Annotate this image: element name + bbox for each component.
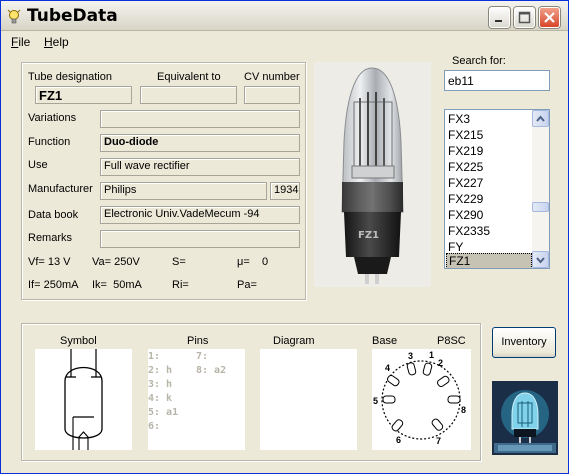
pin-6: 6: — [148, 421, 161, 432]
pins-label: Pins — [187, 335, 209, 347]
title-bar[interactable]: TubeData — [1, 1, 568, 31]
databook-label: Data book — [28, 209, 79, 221]
use-field[interactable]: Full wave rectifier — [100, 158, 300, 176]
base-pin-6: 6 — [396, 435, 401, 445]
param-va: Va= 250V — [92, 256, 140, 268]
diagram-label: Diagram — [273, 335, 315, 347]
equivalent-field[interactable] — [140, 86, 237, 104]
pin-3: 3: h — [148, 379, 173, 390]
menu-file[interactable]: File — [11, 35, 30, 49]
pin-2: 2: h — [148, 365, 173, 376]
pin-5: 5: a1 — [148, 407, 179, 418]
maximize-button[interactable] — [514, 7, 535, 28]
tubedata-logo[interactable] — [492, 381, 558, 455]
pin-7: 7: — [196, 351, 209, 362]
base-label: Base — [372, 335, 398, 347]
param-ri: Ri= — [172, 279, 189, 291]
param-mu: μ= 0 — [237, 256, 269, 268]
param-vf: Vf= 13 V — [28, 256, 71, 268]
base-pin-4: 4 — [385, 363, 390, 373]
param-ik: Ik= 50mA — [92, 279, 142, 291]
use-label: Use — [28, 159, 48, 171]
pin-8: 8: a2 — [196, 365, 227, 376]
remarks-label: Remarks — [28, 232, 73, 244]
base-pinout-diagram: 1 2 3 4 5 6 7 8 — [373, 350, 466, 446]
pin-1: 1: — [148, 351, 161, 362]
list-item[interactable]: FX225 — [446, 159, 532, 175]
tube-logo-icon — [492, 381, 558, 455]
remarks-field[interactable] — [100, 230, 300, 248]
pins-panel: 1: 2: h 3: h 4: k 5: a1 6: 7: 8: a2 — [148, 349, 245, 450]
symbol-label: Symbol — [60, 335, 97, 347]
minimize-button[interactable] — [489, 7, 510, 28]
function-field[interactable]: Duo-diode — [100, 134, 300, 152]
menu-bar: File Help — [1, 32, 568, 52]
list-item[interactable]: FX290 — [446, 207, 532, 223]
manufacturer-field[interactable]: Philips — [100, 182, 267, 200]
tube-designation-field[interactable]: FZ1 — [35, 86, 132, 104]
maximize-icon — [518, 11, 531, 24]
tube-designation-label: Tube designation — [28, 71, 112, 83]
base-pin-7: 7 — [436, 436, 441, 446]
tube-listbox[interactable]: FX3 FX215 FX219 FX225 FX227 FX229 FX290 … — [444, 109, 550, 269]
cv-number-field[interactable] — [244, 86, 300, 104]
year-field[interactable]: 1934 — [270, 182, 300, 200]
search-label: Search for: — [452, 55, 506, 67]
databook-field[interactable]: Electronic Univ.VadeMecum -94 — [100, 206, 300, 224]
base-pin-8: 8 — [461, 405, 466, 415]
chevron-up-icon — [536, 115, 545, 122]
variations-label: Variations — [28, 112, 77, 124]
base-pin-5: 5 — [373, 396, 378, 406]
list-item[interactable]: FX2335 — [446, 223, 532, 239]
base-panel: 1 2 3 4 5 6 7 8 — [372, 349, 471, 450]
variations-field[interactable] — [100, 110, 300, 128]
diagram-panel — [260, 349, 357, 450]
manufacturer-label: Manufacturer — [28, 183, 93, 195]
cv-number-label: CV number — [244, 71, 300, 83]
minimize-icon — [495, 20, 502, 22]
chevron-down-icon — [536, 257, 545, 264]
list-item[interactable]: FX227 — [446, 175, 532, 191]
equivalent-label: Equivalent to — [157, 71, 221, 83]
tube-photo: FZ1 — [314, 62, 431, 287]
svg-text:FZ1: FZ1 — [358, 230, 379, 241]
list-item-selected[interactable]: FZ1 — [446, 253, 532, 268]
list-item[interactable]: FX3 — [446, 111, 532, 127]
menu-help[interactable]: Help — [44, 35, 69, 49]
base-type-label: P8SC — [437, 335, 466, 347]
base-pin-1: 1 — [429, 350, 434, 360]
search-input[interactable] — [444, 70, 550, 91]
inventory-button[interactable]: Inventory — [492, 327, 556, 358]
scroll-up-button[interactable] — [532, 110, 549, 127]
lightbulb-icon — [7, 9, 21, 24]
list-scrollbar[interactable] — [532, 110, 549, 268]
app-window: TubeData File Help Tube designation Equi… — [0, 0, 569, 474]
window-title: TubeData — [27, 6, 118, 26]
param-if: If= 250mA — [28, 279, 79, 291]
base-pin-2: 2 — [438, 358, 443, 368]
duo-diode-symbol — [64, 349, 103, 450]
close-button[interactable] — [539, 7, 560, 28]
param-pa: Pa= — [237, 279, 257, 291]
pin-4: 4: k — [148, 393, 173, 404]
scroll-thumb[interactable] — [532, 202, 549, 212]
function-label: Function — [28, 136, 71, 148]
close-icon — [544, 12, 555, 23]
list-item[interactable]: FX219 — [446, 143, 532, 159]
list-item[interactable]: FX215 — [446, 127, 532, 143]
list-item[interactable]: FX229 — [446, 191, 532, 207]
param-s: S= — [172, 256, 186, 268]
tube-image: FZ1 — [341, 67, 404, 284]
base-pin-3: 3 — [408, 351, 413, 361]
symbol-panel — [35, 349, 132, 450]
scroll-down-button[interactable] — [532, 251, 549, 268]
